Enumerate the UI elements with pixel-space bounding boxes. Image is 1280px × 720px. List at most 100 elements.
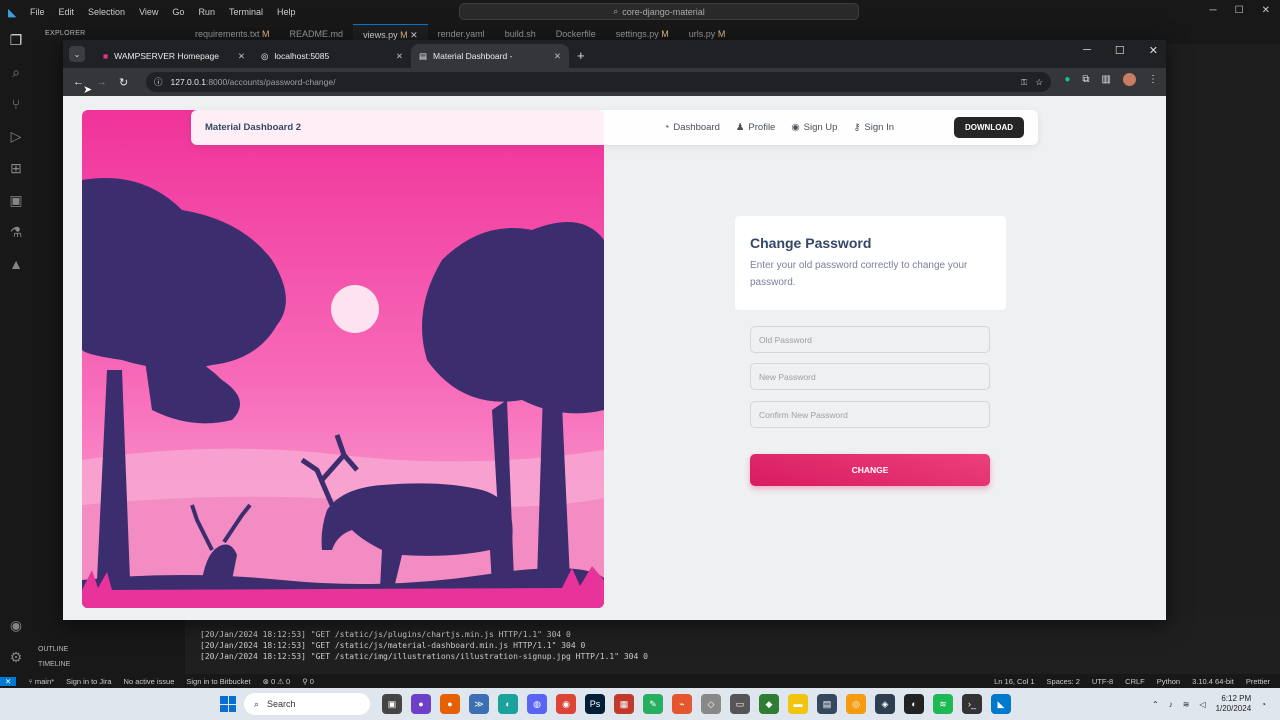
site-info-icon[interactable]: ⓘ [154, 76, 163, 88]
profile-avatar[interactable] [1123, 73, 1136, 86]
tab-search-icon[interactable]: ⌄ [69, 46, 85, 62]
jira-status[interactable]: Sign in to Jira [66, 677, 111, 686]
chrome-tab-localhost[interactable]: ◎ localhost:5085 ✕ [253, 44, 411, 68]
close-icon[interactable]: ✕ [1149, 44, 1158, 57]
app-icon[interactable]: ◇ [701, 694, 721, 714]
photoshop-icon[interactable]: Ps [585, 694, 605, 714]
encoding[interactable]: UTF-8 [1092, 677, 1113, 686]
maximize-icon[interactable]: ☐ [1235, 5, 1244, 16]
wifi-icon[interactable]: ≋ [1183, 700, 1190, 709]
app-icon[interactable]: ◐ [904, 694, 924, 714]
maximize-icon[interactable]: ☐ [1115, 44, 1125, 57]
grammarly-icon[interactable]: ● [1064, 74, 1070, 85]
new-password-field[interactable]: New Password [750, 363, 990, 390]
download-button[interactable]: DOWNLOAD [954, 117, 1024, 138]
bookmark-star-icon[interactable]: ☆ [1035, 77, 1043, 88]
nav-signup[interactable]: ◉ Sign Up [791, 122, 837, 133]
menu-terminal[interactable]: Terminal [229, 7, 263, 17]
terminal-icon[interactable]: ›_ [962, 694, 982, 714]
volume-icon[interactable]: ◁ [1199, 700, 1205, 709]
problems-status[interactable]: ⊗ 0 ⚠ 0 [263, 677, 291, 686]
password-key-icon[interactable]: ⚿ [1021, 77, 1027, 88]
app-icon[interactable]: ◈ [875, 694, 895, 714]
prettier-status[interactable]: Prettier [1246, 677, 1270, 686]
kebab-menu-icon[interactable]: ⋮ [1148, 74, 1158, 85]
gear-icon[interactable]: ⚙ [0, 641, 32, 673]
language-mode[interactable]: Python [1157, 677, 1180, 686]
minimize-icon[interactable]: ─ [1083, 44, 1091, 57]
windows-start-icon[interactable] [220, 696, 236, 712]
bitbucket-status[interactable]: Sign in to Bitbucket [186, 677, 250, 686]
edge-icon[interactable]: ◐ [498, 694, 518, 714]
menu-file[interactable]: File [30, 7, 45, 17]
brand-link[interactable]: Material Dashboard 2 [205, 122, 301, 133]
github-icon[interactable]: ● [411, 694, 431, 714]
chrome-tab-material[interactable]: ▤ Material Dashboard - ✕ [411, 44, 569, 68]
side-panel-icon[interactable]: ▥ [1102, 74, 1111, 85]
issue-status[interactable]: No active issue [124, 677, 175, 686]
chevron-up-icon[interactable]: ⌃ [1152, 700, 1159, 709]
old-password-field[interactable]: Old Password [750, 326, 990, 353]
outline-section[interactable]: OUTLINE [38, 646, 68, 653]
timeline-section[interactable]: TIMELINE [38, 661, 70, 668]
remote-explorer-icon[interactable]: ▣ [0, 184, 32, 216]
app-icon[interactable]: ◎ [846, 694, 866, 714]
clock[interactable]: 6:12 PM 1/20/2024 [1216, 694, 1252, 714]
app-icon[interactable]: ✎ [643, 694, 663, 714]
app-icon[interactable]: ◆ [759, 694, 779, 714]
nav-dashboard[interactable]: ◔ Dashboard [664, 122, 720, 133]
app-icon[interactable]: ▭ [730, 694, 750, 714]
remote-indicator-icon[interactable]: ✕ [0, 676, 17, 686]
close-tab-icon[interactable]: ✕ [238, 51, 245, 62]
ports-status[interactable]: ⚲ 0 [302, 677, 314, 686]
forward-icon[interactable]: → [96, 76, 107, 89]
python-interpreter[interactable]: 3.10.4 64-bit [1192, 677, 1234, 686]
menu-help[interactable]: Help [277, 7, 296, 17]
explorer-icon[interactable]: ❐ [0, 24, 32, 56]
line-ending[interactable]: CRLF [1125, 677, 1145, 686]
chrome-icon[interactable]: ◉ [556, 694, 576, 714]
reload-icon[interactable]: ↻ [119, 76, 128, 89]
taskbar-search[interactable]: ⌕ Search [244, 693, 370, 715]
source-control-icon[interactable]: ⑂ [0, 88, 32, 120]
app-icon[interactable]: ▦ [614, 694, 634, 714]
close-icon[interactable]: ✕ [1262, 5, 1270, 16]
command-center[interactable]: ⌕ core-django-material [459, 3, 859, 20]
firefox-icon[interactable]: ● [440, 694, 460, 714]
testing-icon[interactable]: ⚗ [0, 216, 32, 248]
file-explorer-icon[interactable]: ▬ [788, 694, 808, 714]
menu-edit[interactable]: Edit [59, 7, 75, 17]
notification-icon[interactable]: ◔ [1261, 700, 1266, 709]
new-tab-icon[interactable]: + [577, 44, 585, 68]
extensions-icon[interactable]: ⧉ [1082, 74, 1089, 85]
vscode-icon[interactable]: ◣ [991, 694, 1011, 714]
nav-profile[interactable]: ♟ Profile [736, 122, 775, 133]
branch-status[interactable]: ⑂ main* [28, 677, 54, 686]
terminal-panel[interactable]: [20/Jan/2024 18:12:53] "GET /static/js/p… [185, 615, 1280, 675]
extensions-icon[interactable]: ⊞ [0, 152, 32, 184]
app-icon[interactable]: ⌁ [672, 694, 692, 714]
indentation[interactable]: Spaces: 2 [1047, 677, 1080, 686]
discord-icon[interactable]: ◍ [527, 694, 547, 714]
app-icon[interactable]: ▤ [817, 694, 837, 714]
confirm-password-field[interactable]: Confirm New Password [750, 401, 990, 428]
atlassian-icon[interactable]: ▲ [0, 248, 32, 280]
close-tab-icon[interactable]: ✕ [410, 30, 418, 40]
menu-selection[interactable]: Selection [88, 7, 125, 17]
spotify-icon[interactable]: ≋ [933, 694, 953, 714]
close-tab-icon[interactable]: ✕ [554, 51, 561, 62]
minimize-icon[interactable]: ─ [1210, 5, 1217, 16]
menu-go[interactable]: Go [172, 7, 184, 17]
chrome-tab-wamp[interactable]: ■ WAMPSERVER Homepage ✕ [95, 44, 253, 68]
task-view-icon[interactable]: ▣ [382, 694, 402, 714]
close-tab-icon[interactable]: ✕ [396, 51, 403, 62]
nav-signin[interactable]: ⚷ Sign In [853, 122, 894, 133]
change-button[interactable]: CHANGE [750, 454, 990, 486]
menu-view[interactable]: View [139, 7, 158, 17]
search-icon[interactable]: ⌕ [0, 56, 32, 88]
run-debug-icon[interactable]: ▷ [0, 120, 32, 152]
microphone-icon[interactable]: ♪ [1169, 700, 1173, 709]
vscode-alt-icon[interactable]: ≫ [469, 694, 489, 714]
cursor-position[interactable]: Ln 16, Col 1 [994, 677, 1034, 686]
account-icon[interactable]: ◉ [0, 609, 32, 641]
